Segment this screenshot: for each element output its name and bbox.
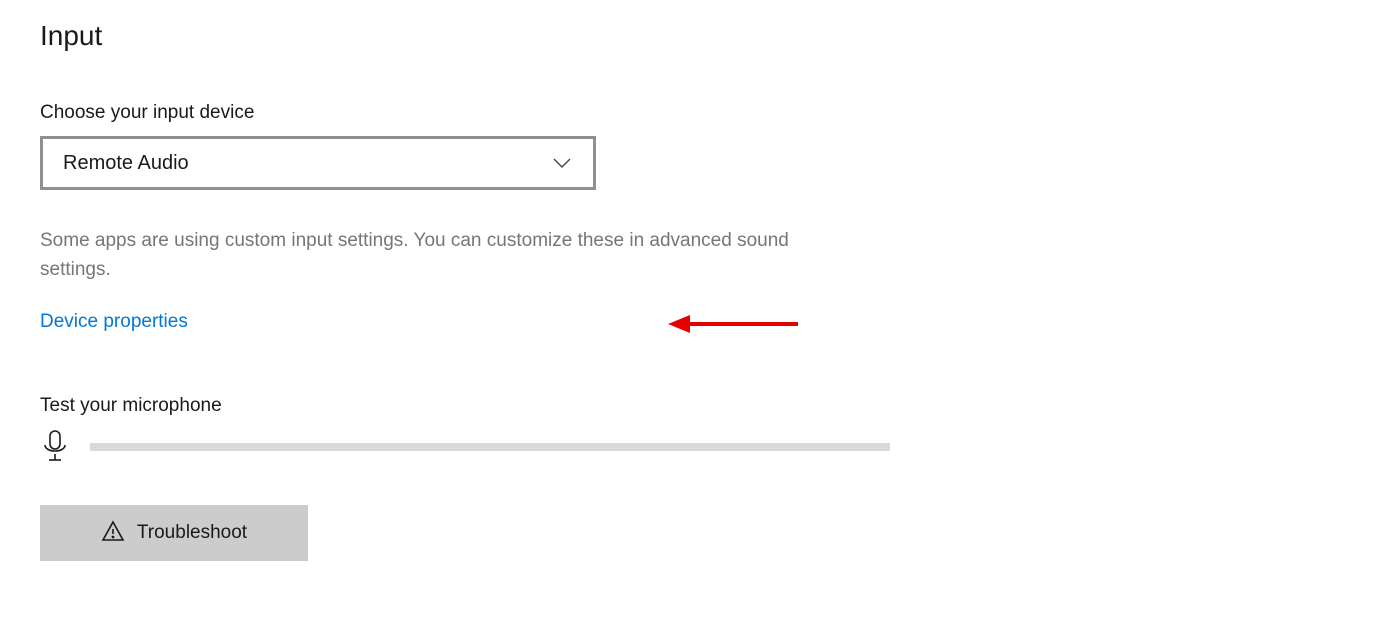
device-properties-link[interactable]: Device properties xyxy=(40,311,188,333)
mic-level-meter xyxy=(90,443,890,451)
annotation-arrow-icon xyxy=(668,312,798,341)
input-device-selected: Remote Audio xyxy=(63,152,189,175)
chevron-down-icon xyxy=(551,152,573,174)
input-device-dropdown[interactable]: Remote Audio xyxy=(40,136,596,190)
mic-test-label: Test your microphone xyxy=(40,395,1340,417)
microphone-icon xyxy=(40,429,70,465)
troubleshoot-label: Troubleshoot xyxy=(137,522,247,544)
input-section-heading: Input xyxy=(40,20,1340,52)
warning-icon xyxy=(101,519,125,546)
mic-test-row xyxy=(40,429,1340,465)
troubleshoot-button[interactable]: Troubleshoot xyxy=(40,505,308,561)
input-settings-helper-text: Some apps are using custom input setting… xyxy=(40,226,820,285)
input-device-label: Choose your input device xyxy=(40,102,1340,124)
